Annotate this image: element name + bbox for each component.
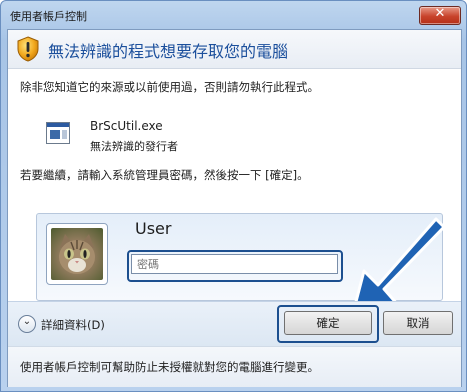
details-expander-button[interactable]: ⌄ (18, 315, 36, 333)
footer-text[interactable]: 使用者帳戶控制可幫助防止未授權就對您的電腦進行變更。 (20, 359, 319, 375)
footer-band: 使用者帳戶控制可幫助防止未授權就對您的電腦進行變更。 (8, 346, 461, 387)
program-icon-titlebar (47, 123, 69, 127)
avatar-picture (51, 228, 103, 280)
window-title: 使用者帳戶控制 (10, 10, 87, 23)
dialog-heading: 無法辨識的程式想要存取您的電腦 (48, 42, 289, 61)
program-icon-pane (50, 130, 60, 139)
password-focus-highlight (127, 250, 343, 282)
program-name: BrScUtil.exe (90, 119, 163, 133)
password-input[interactable] (131, 254, 338, 274)
actions-band: ⌄ 詳細資料(D) 確定 取消 (8, 301, 461, 346)
program-icon-side (62, 130, 67, 139)
chevron-down-icon: ⌄ (22, 316, 32, 327)
warning-text: 除非您知道它的來源或以前使用過，否則請勿執行此程式。 (20, 80, 319, 94)
title-bar[interactable]: 使用者帳戶控制 ✕ (1, 1, 466, 29)
details-label[interactable]: 詳細資料(D) (41, 317, 105, 333)
uac-shield-warning-icon (17, 36, 39, 62)
uac-dialog-window: 使用者帳戶控制 ✕ 無法辨識的程式想要存取您的電腦 除非您知道它的來源或以前使用… (0, 0, 467, 392)
close-button[interactable]: ✕ (419, 6, 461, 25)
program-window-icon (46, 122, 70, 144)
cancel-button[interactable]: 取消 (383, 311, 453, 335)
instruction-text: 若要繼續，請輸入系統管理員密碼，然後按一下 [確定]。 (20, 168, 309, 182)
user-avatar (46, 223, 108, 285)
user-name: User (135, 219, 172, 238)
program-publisher: 無法辨識的發行者 (90, 140, 178, 153)
ok-button[interactable]: 確定 (284, 311, 372, 335)
header-band: 無法辨識的程式想要存取您的電腦 (8, 30, 461, 69)
dialog-body: 無法辨識的程式想要存取您的電腦 除非您知道它的來源或以前使用過，否則請勿執行此程… (7, 29, 462, 387)
kitten-icon (59, 234, 95, 274)
close-icon: ✕ (434, 6, 446, 21)
